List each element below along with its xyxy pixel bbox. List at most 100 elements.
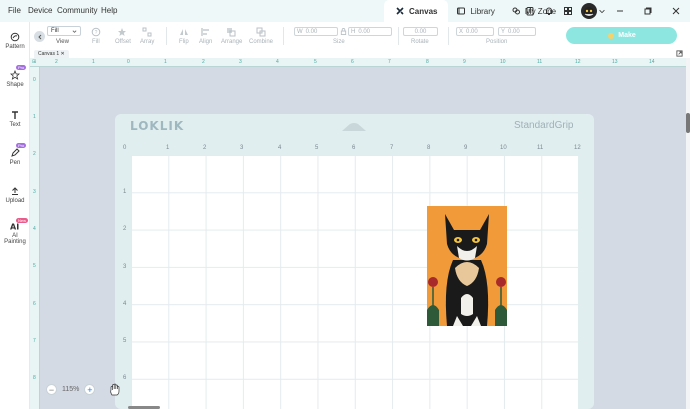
sidebar-item-label: Upload	[5, 198, 25, 204]
tool-align[interactable]: Align	[199, 39, 212, 45]
ruler-label: 1	[92, 59, 95, 65]
canvas-tab-label: Canvas 1	[38, 51, 60, 57]
mat-x-number: 3	[240, 145, 244, 151]
zoom-controls: − 115% +	[46, 382, 96, 397]
sidebar-item-pen[interactable]: Pro Pen	[0, 143, 30, 166]
width-label: W	[297, 28, 303, 35]
tool-array[interactable]: Array	[140, 39, 154, 45]
make-button[interactable]: Make	[566, 27, 677, 44]
combine-icon	[256, 27, 266, 37]
ruler-label: 7	[33, 338, 36, 344]
x-position-label: X	[459, 28, 464, 35]
mat-y-number: 4	[123, 301, 127, 307]
ruler-label: 3	[239, 59, 242, 65]
close-icon[interactable]: ✕	[61, 51, 65, 57]
notifications-button[interactable]	[542, 0, 556, 22]
avatar-menu-button[interactable]	[598, 0, 606, 22]
minimize-button[interactable]	[606, 0, 634, 22]
toolbar-divider	[166, 27, 167, 45]
ruler-label: 11	[537, 59, 543, 65]
pro-badge: Pro	[16, 65, 27, 70]
lock-icon[interactable]	[340, 28, 347, 35]
restore-button[interactable]	[634, 0, 662, 22]
view-label: View	[56, 39, 69, 45]
toolbar-divider	[283, 27, 284, 45]
menu-file[interactable]: File	[8, 6, 21, 15]
tool-arrange[interactable]: Arrange	[221, 39, 242, 45]
ruler-label: 10	[500, 59, 506, 65]
clipboard-button[interactable]	[523, 0, 537, 22]
menu-help[interactable]: Help	[101, 6, 117, 15]
rotate-value: 0.00	[414, 28, 427, 35]
mat-x-number: 2	[203, 145, 207, 151]
x-position-field[interactable]: X 0.00	[456, 27, 494, 36]
tool-flip[interactable]: Flip	[179, 39, 189, 45]
sidebar-item-shape[interactable]: Pro Shape	[0, 65, 30, 88]
mat-x-number: 9	[464, 145, 468, 151]
sidebar-item-label: Text	[9, 122, 21, 128]
tab-canvas[interactable]: Canvas	[384, 0, 449, 22]
menu-device[interactable]: Device	[28, 6, 52, 15]
vertical-scrollbar-track	[686, 58, 690, 409]
tab-library[interactable]: Library	[448, 0, 502, 22]
tab-canvas-label: Canvas	[409, 6, 438, 16]
avatar-cat-icon	[584, 7, 594, 17]
new-badge: New	[16, 218, 29, 223]
pattern-icon	[10, 32, 20, 42]
flip-icon	[180, 29, 188, 35]
ruler-label: 14	[649, 59, 655, 65]
sidebar-item-label: Pattern	[5, 44, 25, 50]
canvas-tab-strip: Canvas 1 ✕	[30, 50, 690, 58]
collapse-button[interactable]	[34, 31, 45, 42]
grid-button[interactable]	[561, 0, 575, 22]
canvas-icon	[396, 7, 404, 15]
rotate-field[interactable]: 0.00	[403, 27, 438, 36]
mat-x-number: 6	[352, 145, 356, 151]
mat-x-number: 10	[500, 145, 507, 151]
ruler-label: 2	[55, 59, 58, 65]
width-field[interactable]: W 0.00	[294, 27, 338, 36]
offset-icon	[118, 28, 126, 36]
toolbar-divider	[448, 27, 449, 45]
ruler-label: 8	[33, 375, 36, 381]
ruler-label: 1	[33, 114, 36, 120]
sidebar-item-label: Shape	[6, 82, 24, 88]
sidebar-item-text[interactable]: Text	[0, 110, 30, 128]
library-icon	[457, 7, 466, 15]
x-position-value: 0.00	[466, 28, 478, 35]
ruler-label: 5	[314, 59, 317, 65]
mat-y-number: 6	[123, 375, 127, 381]
tab-canvas-1[interactable]: Canvas 1 ✕	[34, 50, 69, 58]
sidebar-item-upload[interactable]: Upload	[0, 186, 30, 204]
height-value: 0.00	[358, 28, 371, 35]
mat-x-number: 4	[278, 145, 282, 151]
tool-fill[interactable]: Fill	[92, 39, 100, 45]
width-value: 0.00	[305, 28, 318, 35]
menu-community[interactable]: Community	[57, 6, 97, 15]
close-button[interactable]	[662, 0, 690, 22]
ruler-label: 1	[164, 59, 167, 65]
ruler-label: 0	[127, 59, 130, 65]
shape-icon	[10, 70, 20, 80]
mat-grip-name: StandardGrip	[514, 120, 574, 131]
hand-pan-icon[interactable]	[109, 383, 121, 396]
sidebar-item-pattern[interactable]: Pattern	[0, 32, 30, 50]
zoom-out-button[interactable]: −	[46, 384, 57, 395]
ruler-label: 2	[202, 59, 205, 65]
cat-image[interactable]	[427, 206, 507, 326]
zoom-in-button[interactable]: +	[84, 384, 96, 395]
toolbar-divider	[398, 27, 399, 45]
avatar[interactable]	[581, 3, 597, 19]
ruler-label: 9	[463, 59, 466, 65]
tool-offset[interactable]: Offset	[115, 39, 131, 45]
tool-combine[interactable]: Combine	[249, 39, 273, 45]
y-position-field[interactable]: Y 0.00	[498, 27, 536, 36]
upload-icon	[12, 187, 18, 195]
height-field[interactable]: H 0.00	[348, 27, 392, 36]
clipboard-icon	[526, 7, 534, 16]
sidebar-item-ai-painting[interactable]: New AI AI Painting	[0, 218, 30, 245]
vertical-scrollbar[interactable]	[686, 113, 690, 133]
export-icon[interactable]	[676, 50, 683, 57]
view-select[interactable]: Fill	[47, 26, 81, 36]
mat-x-number: 0	[123, 145, 127, 151]
